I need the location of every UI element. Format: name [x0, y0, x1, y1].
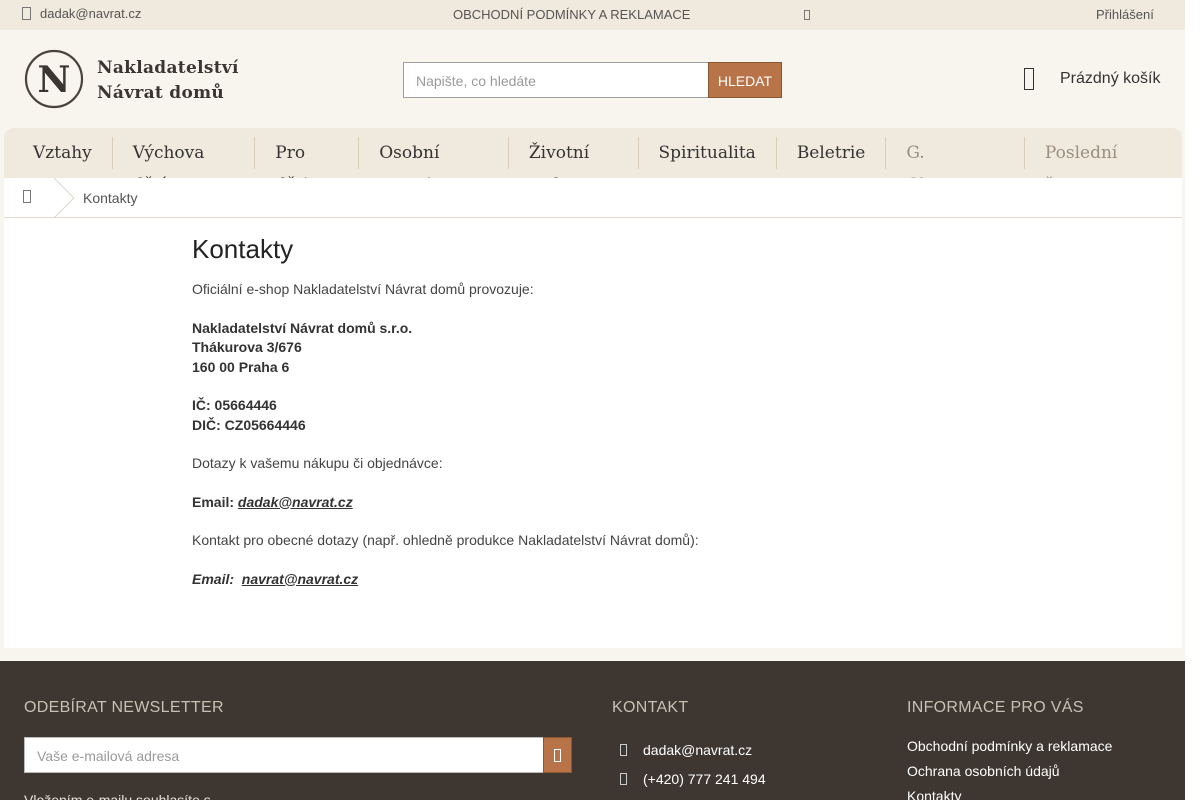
logo-line-2: Návrat domů	[97, 83, 225, 103]
contact-article: Kontakty Oficiální e-shop Nakladatelství…	[192, 234, 892, 608]
page-title: Kontakty	[192, 234, 294, 264]
terms-link[interactable]: OBCHODNÍ PODMÍNKY A REKLAMACE	[453, 7, 690, 22]
envelope-icon	[620, 744, 627, 756]
company-name: Nakladatelství Návrat domů s.r.o.	[192, 319, 413, 336]
newsletter-email-input[interactable]: Vaše e-mailová adresa	[24, 737, 544, 773]
info-link-contacts[interactable]: Kontakty	[907, 788, 961, 800]
orders-email-link[interactable]: dadak@navrat.cz	[238, 494, 353, 510]
contact-title: KONTAKT	[612, 699, 689, 716]
breadcrumb: Kontakty	[4, 178, 1182, 218]
top-bar: dadak@navrat.cz OBCHODNÍ PODMÍNKY A REKL…	[0, 0, 1185, 30]
logo-icon[interactable]: N	[24, 49, 84, 109]
general-text: Kontakt pro obecné dotazy (např. ohledně…	[192, 532, 699, 548]
main-content: Kontakty Oficiální e-shop Nakladatelství…	[4, 218, 1182, 648]
nav-item-vychova-deti[interactable]: Výchova dětí	[111, 137, 255, 195]
footer-phone: (+420) 777 241 494	[643, 771, 766, 787]
general-email-label: Email:	[192, 570, 235, 587]
logo-text[interactable]: Nakladatelství Návrat domů	[97, 56, 239, 106]
logo-line-1: Nakladatelství	[97, 58, 239, 78]
send-icon	[554, 749, 561, 762]
newsletter-submit-button[interactable]	[543, 737, 572, 773]
nav-item-zivotni-styl[interactable]: Životní styl	[507, 137, 638, 195]
envelope-icon	[22, 7, 31, 20]
cart-label: Prázdný košík	[1060, 70, 1161, 87]
nav-item-g-chapman[interactable]: G. Chapman	[885, 137, 1024, 195]
nav-item-pro-deti[interactable]: Pro děti	[254, 137, 358, 195]
nav-item-posledni-sance[interactable]: Poslední šance	[1023, 137, 1182, 195]
footer-email-row[interactable]: dadak@navrat.cz	[620, 742, 752, 758]
top-email-link[interactable]: dadak@navrat.cz	[22, 6, 141, 21]
newsletter-note: Vložením e-mailu souhlasíte s	[24, 792, 211, 800]
address-block: Nakladatelství Návrat domů s.r.o. Thákur…	[192, 319, 892, 378]
top-email-text: dadak@navrat.cz	[40, 6, 142, 21]
address-street: Thákurova 3/676	[192, 339, 302, 355]
home-icon[interactable]	[23, 190, 31, 203]
info-link-terms[interactable]: Obchodní podmínky a reklamace	[907, 738, 1112, 754]
nav-item-beletrie[interactable]: Beletrie	[775, 137, 886, 169]
main-navigation: Vztahy Výchova dětí Pro děti Osobní rozv…	[4, 128, 1182, 195]
general-email-link[interactable]: navrat@navrat.cz	[242, 571, 358, 587]
footer: ODEBÍRAT NEWSLETTER Vaše e-mailová adres…	[0, 661, 1185, 800]
cart-link[interactable]: Prázdný košík	[1024, 68, 1160, 90]
orders-email-label: Email:	[192, 493, 235, 510]
company-ids: IČ: 05664446 DIČ: CZ05664446	[192, 396, 892, 435]
company-dic: DIČ: CZ05664446	[192, 416, 306, 433]
address-city: 160 00 Praha 6	[192, 358, 290, 375]
search-button[interactable]: HLEDAT	[708, 62, 782, 98]
info-title: INFORMACE PRO VÁS	[907, 699, 1084, 716]
nav-item-spiritualita[interactable]: Spiritualita	[637, 137, 776, 169]
info-link-privacy[interactable]: Ochrana osobních údajů	[907, 763, 1060, 779]
orders-email-row: Email: dadak@navrat.cz	[192, 493, 892, 513]
nav-item-vztahy[interactable]: Vztahy	[13, 137, 112, 169]
intro-text: Oficiální e-shop Nakladatelství Návrat d…	[192, 281, 534, 297]
search-input[interactable]: Napište, co hledáte	[403, 62, 709, 98]
footer-phone-row[interactable]: (+420) 777 241 494	[620, 771, 766, 787]
breadcrumb-separator-icon	[54, 178, 75, 218]
logo-letter: N	[38, 59, 71, 101]
breadcrumb-current: Kontakty	[83, 190, 138, 206]
footer-email: dadak@navrat.cz	[643, 742, 753, 758]
general-email-row: Email: navrat@navrat.cz	[192, 570, 892, 590]
newsletter-title: ODEBÍRAT NEWSLETTER	[24, 699, 224, 716]
dropdown-icon[interactable]	[804, 10, 810, 20]
login-link[interactable]: Přihlášení	[1096, 7, 1154, 22]
phone-icon	[620, 773, 627, 785]
orders-text: Dotazy k vašemu nákupu či objednávce:	[192, 455, 443, 471]
cart-icon	[1024, 68, 1034, 90]
nav-item-osobni-rozvoj[interactable]: Osobní rozvoj	[358, 137, 508, 195]
company-ic: IČ: 05664446	[192, 397, 277, 413]
